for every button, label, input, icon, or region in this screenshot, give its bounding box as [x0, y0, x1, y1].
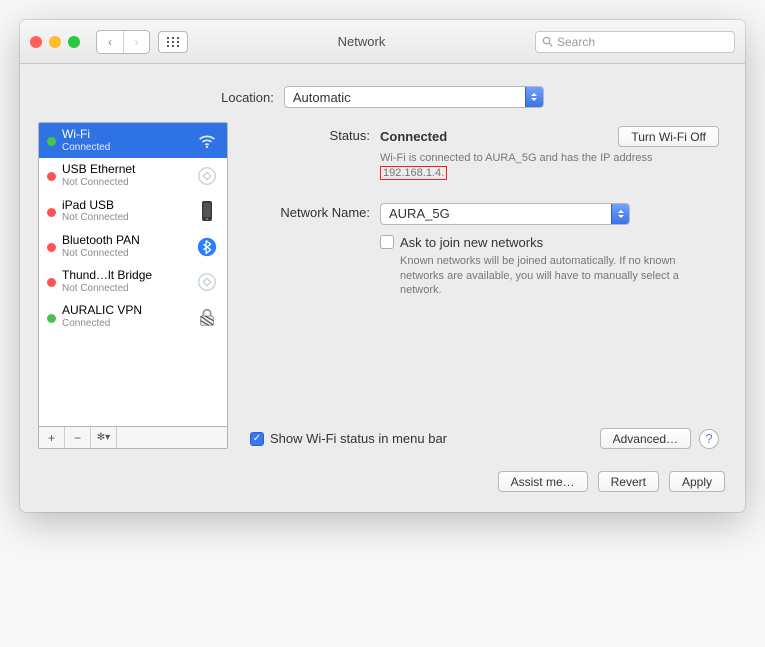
- nav-back-forward: ‹ ›: [96, 30, 150, 54]
- sidebar-item-sub: Not Connected: [62, 283, 189, 295]
- turn-wifi-off-button[interactable]: Turn Wi-Fi Off: [618, 126, 719, 147]
- status-value: Connected: [380, 129, 447, 144]
- close-button[interactable]: [30, 36, 42, 48]
- sidebar-item-sub: Not Connected: [62, 177, 189, 189]
- network-name-select[interactable]: AURA_5G: [380, 203, 630, 225]
- list-action-bar: + − ✻▾: [38, 427, 228, 449]
- ipad-icon: [195, 199, 219, 223]
- detail-panel: Status: Connected Turn Wi-Fi Off Wi-Fi i…: [242, 122, 727, 449]
- search-placeholder: Search: [557, 35, 595, 49]
- ask-to-join-label: Ask to join new networks: [400, 235, 543, 250]
- network-name-value: AURA_5G: [389, 206, 450, 221]
- revert-button[interactable]: Revert: [598, 471, 659, 492]
- remove-interface-button[interactable]: −: [65, 427, 91, 448]
- search-field[interactable]: Search: [535, 31, 735, 53]
- status-dot-icon: [47, 243, 56, 252]
- sidebar-item-sub: Not Connected: [62, 212, 189, 224]
- assist-me-button[interactable]: Assist me…: [498, 471, 588, 492]
- bluetooth-icon: [195, 235, 219, 259]
- ip-address-highlight: 192.168.1.4.: [380, 166, 447, 180]
- checkbox-checked-icon: ✓: [250, 432, 264, 446]
- help-button[interactable]: ?: [699, 429, 719, 449]
- advanced-button[interactable]: Advanced…: [600, 428, 691, 449]
- ask-to-join-checkbox[interactable]: Ask to join new networks: [380, 235, 719, 250]
- back-button[interactable]: ‹: [97, 31, 123, 53]
- location-value: Automatic: [293, 90, 351, 105]
- status-dot-icon: [47, 137, 56, 146]
- ask-to-join-description: Known networks will be joined automatica…: [380, 254, 719, 299]
- zoom-button[interactable]: [68, 36, 80, 48]
- sidebar-item-label: Wi-Fi: [62, 128, 189, 142]
- sidebar-item-label: Bluetooth PAN: [62, 234, 189, 248]
- sidebar-item-label: USB Ethernet: [62, 163, 189, 177]
- footer-buttons: Assist me… Revert Apply: [20, 463, 745, 512]
- sidebar-item-label: AURALIC VPN: [62, 304, 189, 318]
- wifi-icon: [195, 129, 219, 153]
- sidebar-item-usb-ethernet[interactable]: USB Ethernet Not Connected: [39, 158, 227, 193]
- sidebar-item-wifi[interactable]: Wi-Fi Connected: [39, 123, 227, 158]
- sidebar-item-sub: Not Connected: [62, 248, 189, 260]
- interface-sidebar: Wi-Fi Connected USB Ethernet Not Connect…: [38, 122, 228, 449]
- sidebar-item-bluetooth-pan[interactable]: Bluetooth PAN Not Connected: [39, 229, 227, 264]
- add-interface-button[interactable]: +: [39, 427, 65, 448]
- location-select[interactable]: Automatic: [284, 86, 544, 108]
- chevron-updown-icon: [611, 204, 629, 224]
- titlebar: ‹ › Network Search: [20, 20, 745, 64]
- apply-button[interactable]: Apply: [669, 471, 725, 492]
- status-dot-icon: [47, 172, 56, 181]
- interface-list[interactable]: Wi-Fi Connected USB Ethernet Not Connect…: [38, 122, 228, 427]
- vpn-lock-icon: [195, 305, 219, 329]
- all-prefs-grid-button[interactable]: [158, 31, 188, 53]
- status-dot-icon: [47, 314, 56, 323]
- sidebar-item-label: iPad USB: [62, 199, 189, 213]
- show-status-label: Show Wi-Fi status in menu bar: [270, 431, 447, 446]
- sidebar-item-thunderbolt-bridge[interactable]: Thund…lt Bridge Not Connected: [39, 264, 227, 299]
- network-name-label: Network Name:: [250, 203, 380, 220]
- sidebar-item-sub: Connected: [62, 142, 189, 154]
- traffic-lights: [30, 36, 80, 48]
- sidebar-item-sub: Connected: [62, 318, 189, 330]
- location-label: Location:: [221, 90, 274, 105]
- minimize-button[interactable]: [49, 36, 61, 48]
- status-label: Status:: [250, 126, 380, 143]
- checkbox-icon: [380, 235, 394, 249]
- sidebar-item-auralic-vpn[interactable]: AURALIC VPN Connected: [39, 299, 227, 334]
- ethernet-icon: [195, 270, 219, 294]
- ethernet-icon: [195, 164, 219, 188]
- status-dot-icon: [47, 278, 56, 287]
- chevron-updown-icon: [525, 87, 543, 107]
- window-title: Network: [196, 34, 527, 49]
- network-prefpane-window: ‹ › Network Search Location: Automatic W…: [20, 20, 745, 512]
- status-description: Wi-Fi is connected to AURA_5G and has th…: [380, 151, 719, 181]
- search-icon: [542, 36, 553, 47]
- sidebar-item-label: Thund…lt Bridge: [62, 269, 189, 283]
- show-status-checkbox[interactable]: ✓ Show Wi-Fi status in menu bar: [250, 431, 447, 446]
- location-row: Location: Automatic: [20, 64, 745, 122]
- status-dot-icon: [47, 208, 56, 217]
- forward-button[interactable]: ›: [123, 31, 149, 53]
- sidebar-item-ipad-usb[interactable]: iPad USB Not Connected: [39, 194, 227, 229]
- gear-menu-button[interactable]: ✻▾: [91, 427, 117, 448]
